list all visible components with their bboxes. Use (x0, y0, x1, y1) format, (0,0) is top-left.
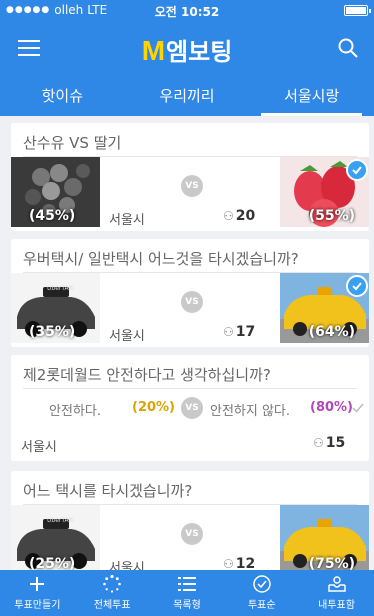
nav-list-view[interactable]: 목록형 (150, 570, 225, 616)
poll-region: 서울시 (21, 440, 57, 455)
tab-label: 우리끼리 (159, 87, 215, 105)
nav-label: 투표순 (247, 600, 276, 611)
selected-check-icon (346, 275, 368, 297)
nav-create-poll[interactable]: 투표만들기 (0, 570, 75, 616)
people-icon: ⚇ (313, 436, 324, 450)
option-b-photo[interactable]: (75%) (280, 505, 369, 570)
vs-badge: VS (181, 397, 203, 419)
poll-card[interactable]: 제2롯데월드 안전하다고 생각하십니까? 안전하다. (20%) VS 안전하지… (11, 355, 369, 461)
tab-among-us[interactable]: 우리끼리 (125, 76, 250, 116)
option-b-percent: (75%) (308, 556, 355, 570)
count-value: 15 (325, 435, 346, 451)
option-a-percent: (25%) (29, 556, 76, 570)
tab-hot-issue[interactable]: 핫이슈 (0, 76, 125, 116)
logo-m: M (141, 35, 166, 66)
participant-count: ⚇ 17 (223, 324, 255, 340)
poll-question: 제2롯데월드 안전하다고 생각하십니까? (23, 366, 271, 384)
nav-label: 투표만들기 (14, 600, 61, 611)
poll-question: 어느 택시를 타시겠습니까? (23, 482, 193, 500)
option-b-photo[interactable]: (55%) (280, 157, 369, 227)
inbox-icon (327, 576, 346, 592)
uber-taxi-sign: UberTAXI (47, 285, 75, 292)
tab-label: 핫이슈 (41, 87, 84, 105)
option-b-text[interactable]: 안전하지 않다. (210, 400, 290, 419)
nav-all-polls[interactable]: 전체투표 (75, 570, 150, 616)
nav-label: 전체투표 (93, 600, 131, 611)
status-bar: ●●●●● olleh LTE 오전 10:52 (0, 0, 374, 20)
logo-text: 엠보팅 (166, 39, 233, 66)
participant-count: ⚇ 12 (223, 556, 255, 570)
count-value: 12 (235, 556, 256, 570)
vs-badge: VS (181, 523, 203, 545)
poll-card[interactable]: 우버택시/ 일반택시 어느것을 타시겠습니까? UberTAXI (35%) V… (11, 239, 369, 347)
list-icon (177, 577, 196, 591)
option-a-percent: (45%) (29, 208, 76, 224)
people-icon: ⚇ (223, 557, 234, 570)
count-value: 20 (235, 208, 256, 224)
check-mark-icon (352, 403, 364, 413)
tab-label: 서울시랑 (284, 87, 340, 105)
count-value: 17 (235, 324, 256, 340)
battery-icon (344, 5, 371, 16)
spinner-icon (103, 574, 121, 593)
poll-region: 서울시 (109, 561, 145, 570)
option-b-percent: (55%) (308, 208, 355, 224)
option-a-photo[interactable]: UberTAXI (25%) (11, 505, 100, 570)
option-a-photo[interactable]: UberTAXI (35%) (11, 273, 100, 343)
selected-check-icon (346, 159, 368, 181)
option-a-text[interactable]: 안전하다. (49, 400, 101, 419)
vs-badge: VS (181, 175, 203, 197)
poll-region: 서울시 (109, 329, 145, 344)
poll-list[interactable]: 산수유 VS 딸기 (45%) VS 서울시 ⚇ 20 (55%) 우버택시/ … (0, 116, 374, 570)
search-icon[interactable] (338, 38, 358, 58)
participant-count: ⚇ 20 (223, 208, 255, 224)
option-a-percent: (20%) (132, 400, 175, 415)
option-a-percent: (35%) (29, 324, 76, 340)
poll-question: 산수유 VS 딸기 (23, 134, 122, 152)
plus-icon (30, 577, 45, 591)
uber-taxi-sign: UberTAXI (47, 517, 75, 524)
vs-badge: VS (181, 291, 203, 313)
nav-my-box[interactable]: 내투표함 (299, 570, 374, 616)
bottom-nav: 투표만들기 전체투표 목록형 투표순 내투표함 (0, 570, 374, 616)
people-icon: ⚇ (223, 209, 234, 223)
poll-card[interactable]: 어느 택시를 타시겠습니까? UberTAXI (25%) VS 서울시 ⚇ 12 (11, 471, 369, 570)
poll-question: 우버택시/ 일반택시 어느것을 타시겠습니까? (23, 250, 299, 268)
option-a-photo[interactable]: (45%) (11, 157, 100, 227)
nav-label: 목록형 (173, 600, 201, 611)
option-b-percent: (64%) (308, 324, 355, 340)
app-header: M엠보팅 (0, 20, 374, 76)
option-b-percent: (80%) (310, 400, 353, 415)
divider (23, 388, 357, 389)
tab-seoul[interactable]: 서울시랑 (249, 76, 374, 116)
status-time: 오전 10:52 (154, 5, 220, 19)
poll-region: 서울시 (109, 213, 145, 228)
option-b-photo[interactable]: (64%) (280, 273, 369, 343)
tab-bar: 핫이슈 우리끼리 서울시랑 (0, 76, 374, 116)
app-logo: M엠보팅 (0, 32, 374, 67)
nav-by-votes[interactable]: 투표순 (224, 570, 299, 616)
check-circle-icon (253, 575, 271, 593)
nav-label: 내투표함 (318, 600, 355, 611)
people-icon: ⚇ (223, 325, 234, 339)
poll-card[interactable]: 산수유 VS 딸기 (45%) VS 서울시 ⚇ 20 (55%) (11, 123, 369, 231)
participant-count: ⚇ 15 (313, 435, 345, 451)
